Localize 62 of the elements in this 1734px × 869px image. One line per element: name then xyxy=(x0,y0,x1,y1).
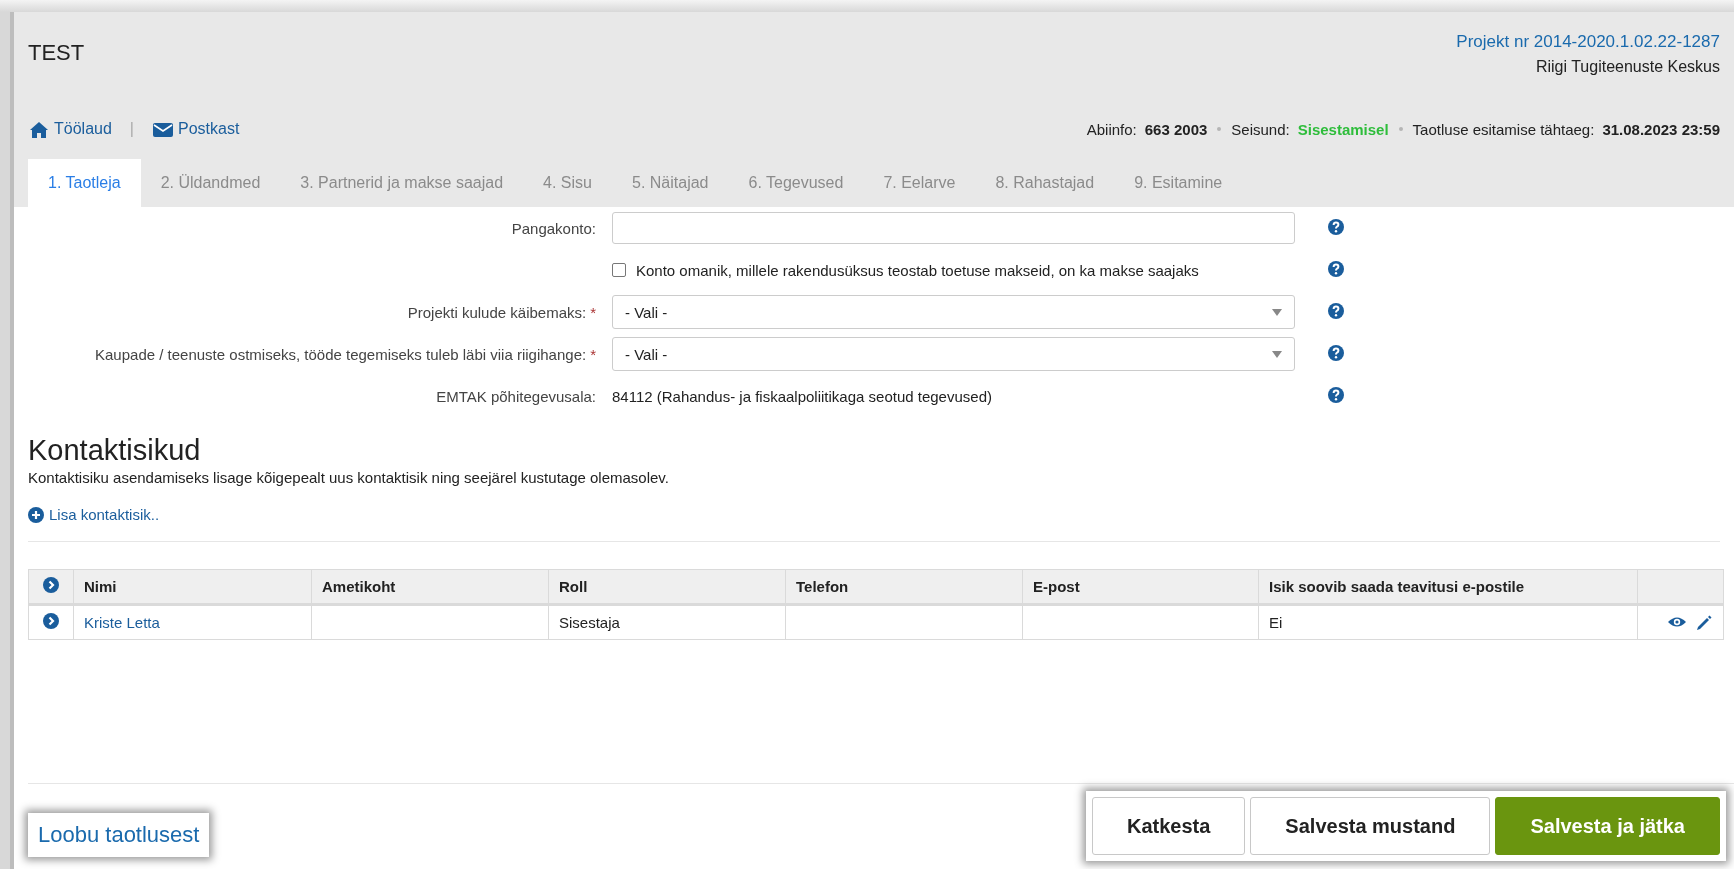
section-note: Kontaktisiku asendamiseks lisage kõigepealt uus kontaktisik ning seejärel kustutage olemasolev. xyxy=(28,469,670,486)
organization-name: Riigi Tugiteenuste Keskus xyxy=(1535,58,1720,76)
column-header: E-post xyxy=(1022,569,1259,604)
step-tab[interactable]: 1. Taotleja xyxy=(28,159,141,207)
step-tab[interactable]: 6. Tegevused xyxy=(728,159,864,207)
nav-link[interactable]: Töölaud xyxy=(28,119,112,139)
info-label: Taotluse esitamise tähtaeg: xyxy=(1412,120,1595,138)
checkbox[interactable] xyxy=(612,263,626,277)
column-header: Isik soovib saada teavitusi e-postile xyxy=(1258,569,1638,604)
field-label: Kaupade / teenuste ostmiseks, tööde tegemiseks tuleb läbi viia riigihange: xyxy=(95,345,587,363)
contact-name-link[interactable]: Kriste Letta xyxy=(84,613,160,631)
field-label: Pangakonto: xyxy=(511,219,596,237)
help-icon xyxy=(1328,386,1344,403)
secondary-button[interactable]: Salvesta mustand xyxy=(1250,797,1491,855)
section-heading: Kontaktisikud xyxy=(28,433,202,467)
secondary-button[interactable]: Katkesta xyxy=(1091,797,1246,855)
caret-icon xyxy=(1272,350,1282,358)
chevron-circle-icon xyxy=(43,612,59,629)
add-contact-link[interactable]: Lisa kontaktisik.. xyxy=(28,506,160,523)
required-mark: * xyxy=(590,303,596,321)
pencil-icon xyxy=(1695,613,1713,631)
info-label: Abiinfo: xyxy=(1086,120,1137,138)
step-tab[interactable]: 4. Sisu xyxy=(523,159,612,207)
table-cell: Sisestaja xyxy=(548,604,786,639)
page-title: TEST xyxy=(28,40,85,67)
step-tab[interactable]: 9. Esitamine xyxy=(1114,159,1243,207)
required-mark: * xyxy=(590,345,596,363)
column-header: Nimi xyxy=(73,569,312,604)
field-label: EMTAK põhitegevusala: xyxy=(436,387,596,405)
column-header: Telefon xyxy=(785,569,1023,604)
nav-link[interactable]: Postkast xyxy=(152,120,240,138)
info-label: Seisund: xyxy=(1231,120,1290,138)
info-value: 663 2003 xyxy=(1144,120,1208,138)
plus-circle-icon xyxy=(28,506,44,523)
field-label: Projekti kulude käibemaks: xyxy=(407,303,587,321)
status-value: Sisestamisel xyxy=(1297,120,1389,138)
help-icon xyxy=(1328,302,1344,319)
nav-separator: | xyxy=(129,120,134,138)
primary-button[interactable]: Salvesta ja jätka xyxy=(1495,797,1720,855)
checkbox-label: Konto omanik, millele rakendusüksus teostab toetuse makseid, on ka makse saajaks xyxy=(636,261,1199,279)
table-cell: Ei xyxy=(1258,604,1638,639)
help-icon xyxy=(1328,260,1344,277)
chevron-circle-icon xyxy=(43,576,59,593)
envelope-icon xyxy=(152,120,174,138)
input-field[interactable] xyxy=(612,212,1295,244)
step-tab[interactable]: 2. Üldandmed xyxy=(140,159,281,207)
home-icon xyxy=(28,119,50,139)
step-tab[interactable]: 5. Näitajad xyxy=(612,159,729,207)
help-icon xyxy=(1328,218,1344,235)
column-header: Ametikoht xyxy=(311,569,549,604)
caret-icon xyxy=(1272,308,1282,316)
info-value: 31.08.2023 23:59 xyxy=(1602,120,1720,138)
select-field[interactable]: - Vali - xyxy=(612,295,1295,329)
column-header: Roll xyxy=(548,569,786,604)
step-tab[interactable]: 3. Partnerid ja makse saajad xyxy=(280,159,524,207)
project-number-link[interactable]: Projekt nr 2014-2020.1.02.22-1287 xyxy=(1456,32,1720,52)
field-value: 84112 (Rahandus- ja fiskaalpoliitikaga seotud tegevused) xyxy=(612,387,993,405)
step-tab[interactable]: 7. Eelarve xyxy=(863,159,976,207)
help-icon xyxy=(1328,344,1344,361)
step-tab[interactable]: 8. Rahastajad xyxy=(975,159,1115,207)
cancel-application-link[interactable]: Loobu taotlusest xyxy=(28,813,210,857)
select-field[interactable]: - Vali - xyxy=(612,337,1295,371)
